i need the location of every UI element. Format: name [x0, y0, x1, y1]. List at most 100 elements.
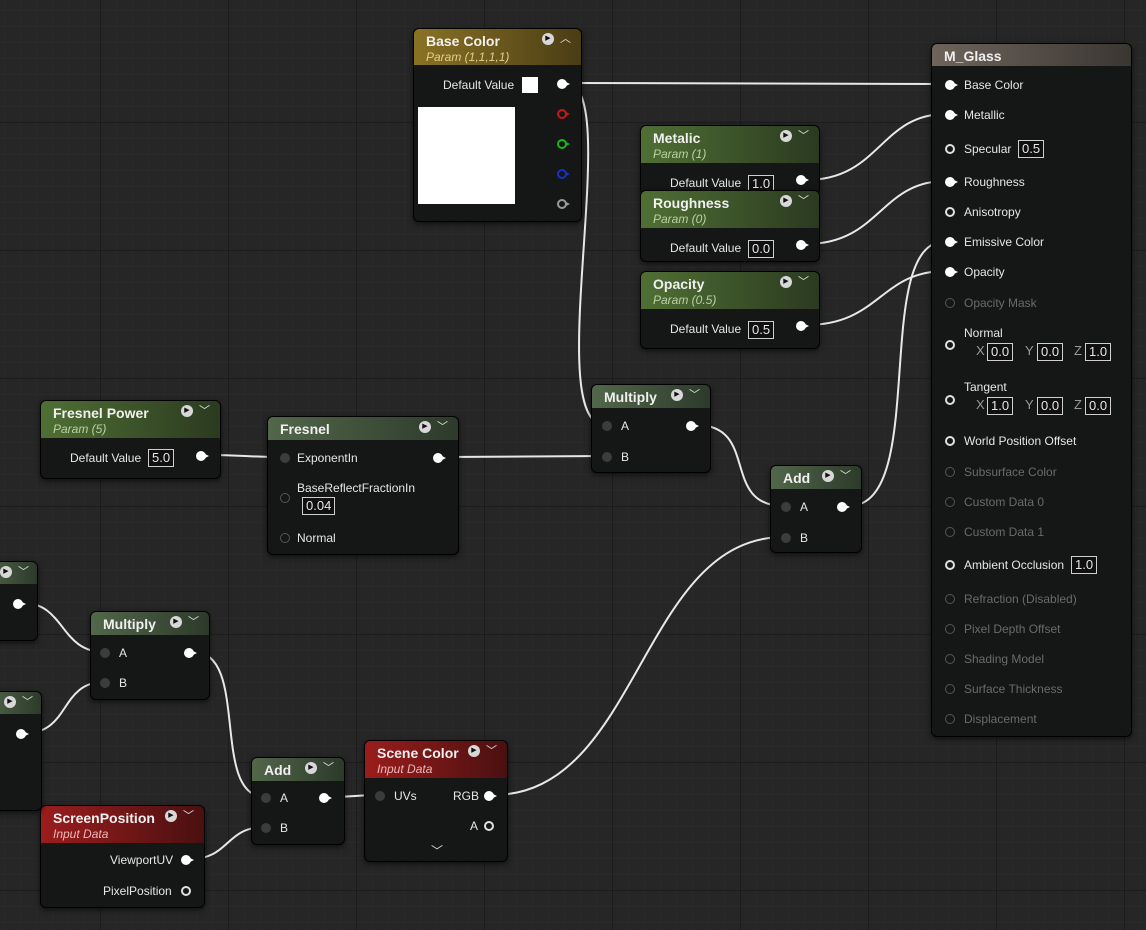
metallic-input-pin[interactable] [945, 110, 958, 120]
custom-data-0-input-pin[interactable] [945, 497, 955, 507]
chevron-down-icon[interactable]: ﹀ [431, 842, 443, 859]
fresnel-power-param-node[interactable]: Fresnel Power Param (5) ▶ ﹀ Default Value… [40, 400, 221, 479]
input-a-pin[interactable] [781, 502, 791, 512]
metalic-node-header[interactable]: Metalic Param (1) ▶ ﹀ [641, 126, 819, 163]
chevron-down-icon[interactable]: ﹀ [199, 405, 210, 417]
surface-thickness-input-pin[interactable] [945, 684, 955, 694]
base-reflect-fraction-input[interactable]: 0.04 [302, 497, 336, 515]
multiply-output-pin[interactable] [686, 421, 699, 431]
color-swatch[interactable] [522, 77, 538, 93]
chevron-down-icon[interactable]: ﹀ [798, 276, 809, 288]
a-output-pin[interactable] [557, 199, 570, 209]
default-value-input[interactable]: 5.0 [148, 449, 175, 467]
ambient-occlusion-value-input[interactable]: 1.0 [1071, 556, 1098, 574]
input-b-pin[interactable] [100, 678, 110, 688]
chevron-down-icon[interactable]: ﹀ [22, 696, 33, 708]
chevron-down-icon[interactable]: ﹀ [689, 389, 700, 401]
add-node-top[interactable]: Add ▶ ﹀ A B [770, 465, 862, 553]
add-node-header[interactable]: Add ▶ ﹀ [771, 466, 861, 489]
chevron-down-icon[interactable]: ﹀ [323, 762, 334, 774]
emissive-color-input-pin[interactable] [945, 237, 958, 247]
opacity-node-header[interactable]: Opacity Param (0.5) ▶ ﹀ [641, 272, 819, 309]
input-b-pin[interactable] [781, 533, 791, 543]
add-node-bottom[interactable]: Add ▶ ﹀ A B [251, 757, 345, 845]
ambient-occlusion-input-pin[interactable] [945, 560, 955, 570]
play-circle-icon[interactable]: ▶ [170, 616, 182, 628]
base-color-node-header[interactable]: Base Color Param (1,1,1,1) ▶ ︿ [414, 29, 581, 65]
anisotropy-input-pin[interactable] [945, 207, 955, 217]
subsurface-color-input-pin[interactable] [945, 467, 955, 477]
play-circle-icon[interactable]: ▶ [419, 421, 431, 433]
tangent-z-input[interactable]: 0.0 [1085, 397, 1112, 415]
output-pin[interactable] [13, 599, 26, 609]
uvs-input-pin[interactable] [375, 791, 385, 801]
fresnel-node[interactable]: Fresnel ▶ ﹀ ExponentIn BaseReflectFractio… [267, 416, 459, 555]
rgb-output-pin[interactable] [484, 791, 497, 801]
add-output-pin[interactable] [837, 502, 850, 512]
normal-x-input[interactable]: 0.0 [987, 343, 1014, 361]
play-circle-icon[interactable]: ▶ [0, 566, 12, 578]
opacity-mask-input-pin[interactable] [945, 298, 955, 308]
g-output-pin[interactable] [557, 139, 570, 149]
play-circle-icon[interactable]: ▶ [780, 276, 792, 288]
tangent-x-input[interactable]: 1.0 [987, 397, 1014, 415]
output-pin[interactable] [796, 175, 809, 185]
chevron-down-icon[interactable]: ﹀ [183, 810, 194, 822]
input-a-pin[interactable] [602, 421, 612, 431]
add-output-pin[interactable] [319, 793, 332, 803]
roughness-input-pin[interactable] [945, 177, 958, 187]
play-circle-icon[interactable]: ▶ [165, 810, 177, 822]
world-position-offset-input-pin[interactable] [945, 436, 955, 446]
screen-position-node-header[interactable]: ScreenPosition Input Data ▶ ﹀ [41, 806, 204, 843]
base-reflect-fraction-pin[interactable] [280, 493, 290, 503]
base-color-input-pin[interactable] [945, 80, 958, 90]
normal-input-pin[interactable] [280, 533, 290, 543]
play-circle-icon[interactable]: ▶ [542, 33, 554, 45]
output-pin[interactable] [196, 451, 209, 461]
input-a-pin[interactable] [261, 793, 271, 803]
input-b-pin[interactable] [261, 823, 271, 833]
chevron-down-icon[interactable]: ﹀ [437, 421, 448, 433]
exponent-in-pin[interactable] [280, 453, 290, 463]
metalic-param-node[interactable]: Metalic Param (1) ▶ ﹀ Default Value 1.0 [640, 125, 820, 195]
input-b-pin[interactable] [602, 452, 612, 462]
normal-input-pin[interactable] [945, 340, 955, 350]
specular-value-input[interactable]: 0.5 [1018, 140, 1045, 158]
custom-data-1-input-pin[interactable] [945, 527, 955, 537]
multiply-node-top[interactable]: Multiply ▶ ﹀ A B [591, 384, 711, 473]
scene-color-node-header[interactable]: Scene Color Input Data ▶ ﹀ [365, 741, 507, 778]
material-output-header[interactable]: M_Glass [932, 44, 1131, 66]
screen-position-node[interactable]: ScreenPosition Input Data ▶ ﹀ ViewportUV … [40, 805, 205, 908]
opacity-param-node[interactable]: Opacity Param (0.5) ▶ ﹀ Default Value 0.5 [640, 271, 820, 349]
tangent-input-pin[interactable] [945, 395, 955, 405]
output-pin[interactable] [16, 729, 29, 739]
chevron-down-icon[interactable]: ﹀ [18, 566, 29, 578]
partial-node-header[interactable]: ▶ ﹀ [0, 562, 37, 584]
output-pin[interactable] [796, 240, 809, 250]
chevron-down-icon[interactable]: ﹀ [188, 616, 199, 628]
specular-input-pin[interactable] [945, 144, 955, 154]
default-value-input[interactable]: 0.0 [748, 240, 775, 258]
displacement-input-pin[interactable] [945, 714, 955, 724]
normal-y-input[interactable]: 0.0 [1037, 343, 1064, 361]
partial-node-left-bottom[interactable]: ▶ ﹀ [0, 691, 42, 811]
fresnel-node-header[interactable]: Fresnel ▶ ﹀ [268, 417, 458, 440]
chevron-down-icon[interactable]: ﹀ [840, 470, 851, 482]
default-value-input[interactable]: 0.5 [748, 321, 775, 339]
fresnel-output-pin[interactable] [433, 453, 446, 463]
add-node-header[interactable]: Add ▶ ﹀ [252, 758, 344, 781]
output-pin[interactable] [796, 321, 809, 331]
multiply-node-header[interactable]: Multiply ▶ ﹀ [91, 612, 209, 635]
play-circle-icon[interactable]: ▶ [181, 405, 193, 417]
multiply-node-bottom[interactable]: Multiply ▶ ﹀ A B [90, 611, 210, 700]
play-circle-icon[interactable]: ▶ [4, 696, 16, 708]
scene-color-node[interactable]: Scene Color Input Data ▶ ﹀ UVs RGB A ﹀ [364, 740, 508, 862]
partial-node-header[interactable]: ▶ ﹀ [0, 692, 41, 714]
multiply-output-pin[interactable] [184, 648, 197, 658]
chevron-down-icon[interactable]: ﹀ [486, 745, 497, 757]
multiply-node-header[interactable]: Multiply ▶ ﹀ [592, 385, 710, 408]
play-circle-icon[interactable]: ▶ [822, 470, 834, 482]
base-color-param-node[interactable]: Base Color Param (1,1,1,1) ▶ ︿ Default Va… [413, 28, 582, 222]
a-output-pin[interactable] [484, 821, 494, 831]
refraction-input-pin[interactable] [945, 594, 955, 604]
